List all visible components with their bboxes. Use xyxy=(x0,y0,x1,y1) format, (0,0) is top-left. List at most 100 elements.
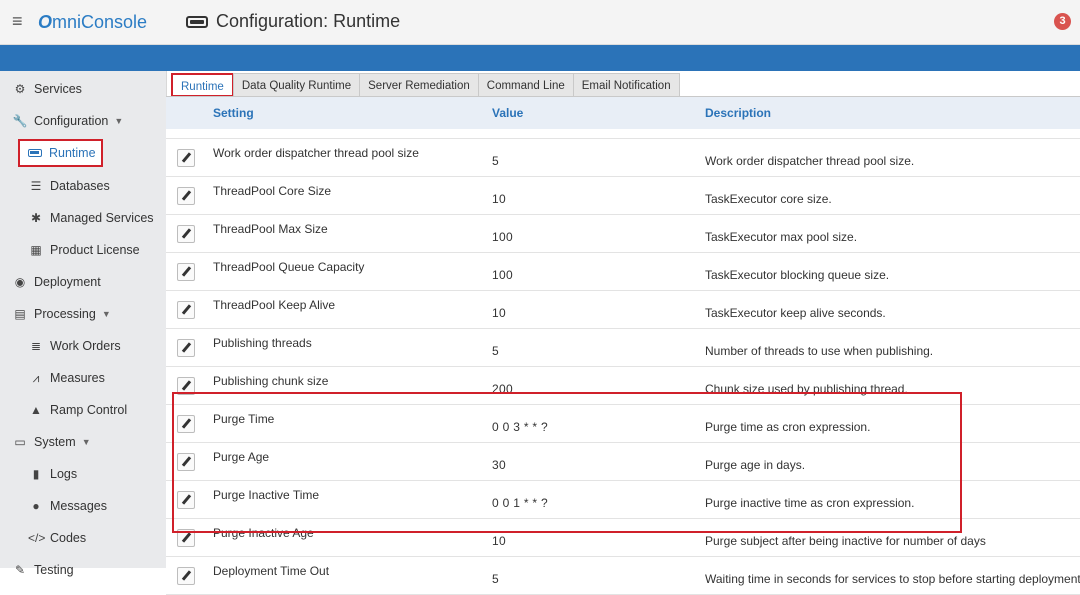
setting-description: Work order dispatcher thread pool size. xyxy=(705,154,915,168)
edit-icon[interactable] xyxy=(177,567,195,585)
setting-value: 5 xyxy=(492,154,499,168)
settings-table: Work order dispatcher thread pool size 5… xyxy=(166,129,1080,595)
sidebar-item-work-orders[interactable]: ≣ Work Orders xyxy=(0,332,166,360)
sidebar-item-runtime[interactable]: Runtime xyxy=(18,139,103,167)
tab-command-line[interactable]: Command Line xyxy=(477,73,574,97)
column-header-setting[interactable]: Setting xyxy=(213,106,254,120)
sidebar-item-product-license[interactable]: ▦ Product License xyxy=(0,236,166,264)
edit-icon[interactable] xyxy=(177,225,195,243)
runtime-icon xyxy=(186,15,208,28)
column-header-value[interactable]: Value xyxy=(492,106,523,120)
setting-description: Waiting time in seconds for services to … xyxy=(705,572,1080,586)
sidebar-item-services[interactable]: ⚙ Services xyxy=(0,75,166,103)
setting-name: ThreadPool Core Size xyxy=(213,184,332,198)
caret-down-icon: ▼ xyxy=(114,116,124,126)
sidebar-item-logs[interactable]: ▮ Logs xyxy=(0,460,166,488)
table-header: Setting Value Description xyxy=(166,97,1080,130)
edit-icon[interactable] xyxy=(177,377,195,395)
setting-description: TaskExecutor blocking queue size. xyxy=(705,268,890,282)
code-icon: </> xyxy=(28,531,46,545)
setting-value: 10 xyxy=(492,192,506,206)
gear-icon: ✱ xyxy=(30,211,42,225)
table-row: Publishing threads 5 Number of threads t… xyxy=(166,329,1080,367)
chart-icon: ⩘ xyxy=(32,370,40,385)
table-row: Purge Inactive Age 10 Purge subject afte… xyxy=(166,519,1080,557)
column-header-description[interactable]: Description xyxy=(705,106,771,120)
sidebar-item-system[interactable]: ▭ System ▼ xyxy=(0,428,166,456)
sidebar-item-managed-services[interactable]: ✱ Managed Services xyxy=(0,204,166,232)
runtime-icon xyxy=(28,149,42,157)
setting-name: ThreadPool Queue Capacity xyxy=(213,260,365,274)
setting-value: 5 xyxy=(492,344,499,358)
setting-value: 5 xyxy=(492,572,499,586)
notification-badge[interactable]: 3 xyxy=(1054,13,1071,30)
edit-icon[interactable] xyxy=(177,453,195,471)
caret-down-icon: ▼ xyxy=(81,437,91,447)
sidebar-item-processing[interactable]: ▤ Processing ▼ xyxy=(0,300,166,328)
setting-name: ThreadPool Max Size xyxy=(213,222,328,236)
caret-down-icon: ▼ xyxy=(101,309,111,319)
deployment-icon: ◉ xyxy=(14,275,26,289)
sidebar: ⚙ Services 🔧 Configuration ▼ Runtime ☰ Datab… xyxy=(0,71,167,577)
sidebar-item-testing[interactable]: ✎ Testing xyxy=(0,556,166,584)
setting-description: Purge subject after being inactive for n… xyxy=(705,534,986,548)
messages-icon: ● xyxy=(32,499,40,513)
setting-name: Purge Inactive Time xyxy=(213,488,320,502)
setting-name: Purge Time xyxy=(213,412,275,426)
sidebar-item-ramp-control[interactable]: ▲ Ramp Control xyxy=(0,396,166,424)
table-row: ThreadPool Keep Alive 10 TaskExecutor ke… xyxy=(166,291,1080,329)
setting-name: ThreadPool Keep Alive xyxy=(213,298,336,312)
setting-description: TaskExecutor max pool size. xyxy=(705,230,858,244)
cogs-icon: ⚙ xyxy=(14,82,26,96)
license-icon: ▦ xyxy=(30,243,42,257)
edit-icon[interactable] xyxy=(177,415,195,433)
setting-description: Purge time as cron expression. xyxy=(705,420,871,434)
edit-icon[interactable] xyxy=(177,263,195,281)
setting-value: 30 xyxy=(492,458,506,472)
tab-data-quality-runtime[interactable]: Data Quality Runtime xyxy=(232,73,361,97)
edit-icon[interactable] xyxy=(177,491,195,509)
tab-server-remediation[interactable]: Server Remediation xyxy=(359,73,479,97)
table-row: Work order dispatcher thread pool size 5… xyxy=(166,139,1080,177)
brand-logo[interactable]: OmniConsole xyxy=(38,12,147,33)
config-tabs: Runtime Data Quality Runtime Server Reme… xyxy=(171,73,680,97)
sidebar-item-databases[interactable]: ☰ Databases xyxy=(0,172,166,200)
setting-name: Publishing threads xyxy=(213,336,312,350)
setting-value: 100 xyxy=(492,268,513,282)
table-row: Publishing chunk size 200 Chunk size use… xyxy=(166,367,1080,405)
ramp-icon: ▲ xyxy=(30,403,42,417)
top-bar: ≡ OmniConsole Configuration: Runtime 3 xyxy=(0,0,1080,45)
sidebar-item-deployment[interactable]: ◉ Deployment xyxy=(0,268,166,296)
hamburger-icon[interactable]: ≡ xyxy=(12,11,23,32)
setting-value: 100 xyxy=(492,230,513,244)
edit-icon[interactable] xyxy=(177,529,195,547)
setting-description: Purge inactive time as cron expression. xyxy=(705,496,915,510)
sidebar-item-configuration[interactable]: 🔧 Configuration ▼ xyxy=(0,107,166,135)
blue-header-strip xyxy=(0,45,1080,71)
table-row: ThreadPool Core Size 10 TaskExecutor cor… xyxy=(166,177,1080,215)
edit-icon[interactable] xyxy=(177,339,195,357)
edit-icon[interactable] xyxy=(177,301,195,319)
tab-email-notification[interactable]: Email Notification xyxy=(572,73,680,97)
table-row: Purge Time 0 0 3 * * ? Purge time as cro… xyxy=(166,405,1080,443)
table-row: ThreadPool Max Size 100 TaskExecutor max… xyxy=(166,215,1080,253)
setting-value: 200 xyxy=(492,382,513,396)
setting-description: TaskExecutor core size. xyxy=(705,192,832,206)
tab-runtime[interactable]: Runtime xyxy=(171,73,234,97)
setting-name: Purge Inactive Age xyxy=(213,526,314,540)
setting-description: Chunk size used by publishing thread. xyxy=(705,382,908,396)
table-row: Purge Age 30 Purge age in days. xyxy=(166,443,1080,481)
table-row: Purge Inactive Time 0 0 1 * * ? Purge in… xyxy=(166,481,1080,519)
sidebar-item-messages[interactable]: ● Messages xyxy=(0,492,166,520)
setting-name: Work order dispatcher thread pool size xyxy=(213,146,419,160)
edit-icon[interactable] xyxy=(177,187,195,205)
setting-description: Purge age in days. xyxy=(705,458,806,472)
setting-name: Publishing chunk size xyxy=(213,374,329,388)
setting-description: Number of threads to use when publishing… xyxy=(705,344,934,358)
setting-value: 0 0 3 * * ? xyxy=(492,420,549,434)
sidebar-item-measures[interactable]: ⩘ Measures xyxy=(0,364,166,392)
edit-icon[interactable] xyxy=(177,149,195,167)
sidebar-item-codes[interactable]: </> Codes xyxy=(0,524,166,552)
setting-value: 10 xyxy=(492,534,506,548)
page-title: Configuration: Runtime xyxy=(186,11,400,32)
